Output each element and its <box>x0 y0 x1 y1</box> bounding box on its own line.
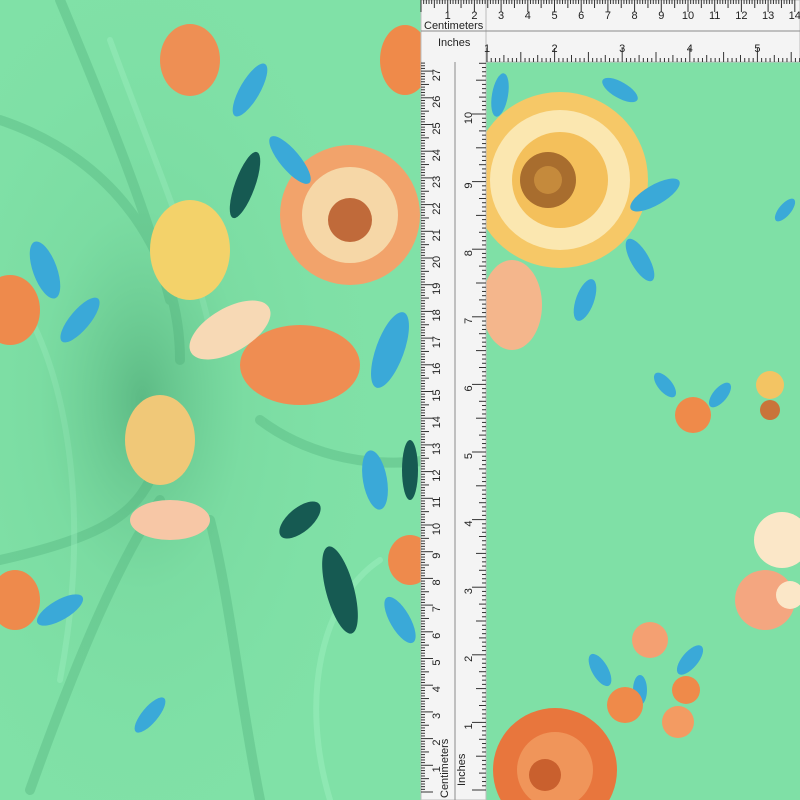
cm-tick-label: 4 <box>431 686 443 692</box>
cm-tick-label: 6 <box>578 10 584 22</box>
cm-tick-label: 26 <box>431 96 443 108</box>
flat-rosebud-print <box>482 260 542 350</box>
inch-tick-label: 5 <box>463 453 475 459</box>
cm-tick-label: 6 <box>431 633 443 639</box>
cm-tick-label: 3 <box>431 713 443 719</box>
cm-tick-label: 3 <box>498 10 504 22</box>
cm-tick-label: 22 <box>431 202 443 214</box>
inch-tick-label: 10 <box>463 112 475 124</box>
cm-tick-label: 15 <box>431 389 443 401</box>
inch-tick-label: 6 <box>463 385 475 391</box>
flat-fabric-panel <box>472 62 800 800</box>
cm-tick-label: 9 <box>431 553 443 559</box>
cm-tick-label: 2 <box>471 10 477 22</box>
inch-tick-label: 9 <box>463 183 475 189</box>
cm-tick-label: 27 <box>431 69 443 81</box>
fabric-scene: Centimeters Inches Centimeters Inches 12… <box>0 0 800 800</box>
inch-tick-label: 8 <box>463 250 475 256</box>
cm-tick-label: 16 <box>431 363 443 375</box>
cm-tick-label: 20 <box>431 256 443 268</box>
cm-tick-label: 1 <box>445 10 451 22</box>
cm-tick-label: 17 <box>431 336 443 348</box>
cm-tick-label: 18 <box>431 309 443 321</box>
cm-tick-label: 7 <box>431 606 443 612</box>
flat-sunflower-print <box>472 92 648 268</box>
inch-tick-label: 7 <box>463 318 475 324</box>
cm-tick-label: 10 <box>682 10 694 22</box>
left-inches-label: Inches <box>456 753 468 786</box>
inch-tick-label: 3 <box>463 588 475 594</box>
cm-tick-label: 24 <box>431 149 443 161</box>
inch-tick-label: 5 <box>754 43 760 55</box>
cm-tick-label: 8 <box>431 579 443 585</box>
cm-tick-label: 19 <box>431 283 443 295</box>
cm-tick-label: 23 <box>431 176 443 188</box>
cm-tick-label: 5 <box>431 659 443 665</box>
inch-tick-label: 4 <box>463 521 475 527</box>
top-inches-label: Inches <box>438 37 471 49</box>
cm-tick-label: 12 <box>431 469 443 481</box>
cm-tick-label: 14 <box>789 10 800 22</box>
inch-tick-label: 2 <box>463 656 475 662</box>
cm-tick-label: 1 <box>431 766 443 772</box>
cm-tick-label: 13 <box>762 10 774 22</box>
inch-tick-label: 3 <box>619 43 625 55</box>
cm-tick-label: 11 <box>431 497 443 508</box>
cm-tick-label: 25 <box>431 122 443 134</box>
cm-tick-label: 7 <box>605 10 611 22</box>
cm-tick-label: 9 <box>658 10 664 22</box>
cm-tick-label: 10 <box>431 523 443 535</box>
inch-tick-label: 1 <box>463 723 475 729</box>
cm-tick-label: 12 <box>735 10 747 22</box>
product-photo: Centimeters Inches Centimeters Inches 12… <box>0 0 800 800</box>
cm-tick-label: 11 <box>709 10 720 22</box>
inch-tick-label: 4 <box>687 43 693 55</box>
inch-tick-label: 2 <box>552 43 558 55</box>
cm-tick-label: 8 <box>632 10 638 22</box>
cm-tick-label: 2 <box>431 740 443 746</box>
inch-tick-label: 1 <box>484 43 490 55</box>
cm-tick-label: 4 <box>525 10 531 22</box>
cm-tick-label: 14 <box>431 416 443 428</box>
twisted-fabric-swatch <box>0 0 435 800</box>
cm-tick-label: 5 <box>551 10 557 22</box>
cm-tick-label: 21 <box>431 229 443 241</box>
cm-tick-label: 13 <box>431 443 443 455</box>
